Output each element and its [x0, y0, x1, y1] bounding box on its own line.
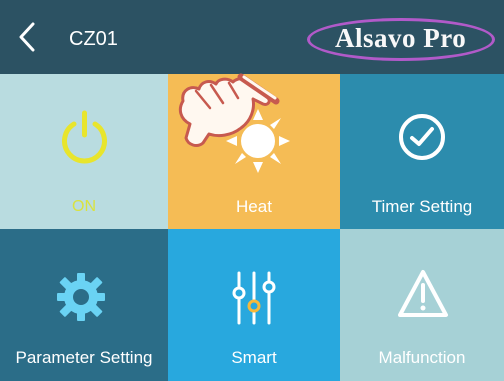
chevron-left-icon — [19, 22, 35, 52]
top-header: CZ01 Alsavo Pro — [0, 0, 504, 74]
malfunction-label: Malfunction — [378, 348, 466, 367]
device-name: CZ01 — [69, 28, 118, 50]
timer-setting-label: Timer Setting — [371, 197, 473, 216]
warning-icon — [398, 270, 448, 317]
parameter-setting-label: Parameter Setting — [15, 348, 153, 367]
clock-check-icon — [399, 114, 445, 160]
malfunction-tile[interactable]: Malfunction — [340, 229, 504, 381]
back-button[interactable] — [14, 22, 42, 52]
app-screen: CZ01 Alsavo Pro ON Heat Timer Setting Pa… — [0, 0, 504, 381]
sun-icon — [226, 109, 290, 173]
sliders-icon — [232, 271, 276, 325]
timer-setting-tile[interactable]: Timer Setting — [340, 74, 504, 229]
brand-logo: Alsavo Pro — [335, 23, 467, 53]
on-label: ON — [72, 198, 96, 215]
smart-label: Smart — [231, 348, 277, 367]
parameter-setting-tile[interactable]: Parameter Setting — [0, 229, 168, 381]
on-tile[interactable]: ON — [0, 74, 168, 229]
gear-icon — [57, 273, 105, 321]
heat-label: Heat — [236, 197, 272, 216]
smart-tile[interactable]: Smart — [168, 229, 340, 381]
heat-tile[interactable]: Heat — [168, 74, 340, 229]
power-icon — [62, 110, 107, 164]
